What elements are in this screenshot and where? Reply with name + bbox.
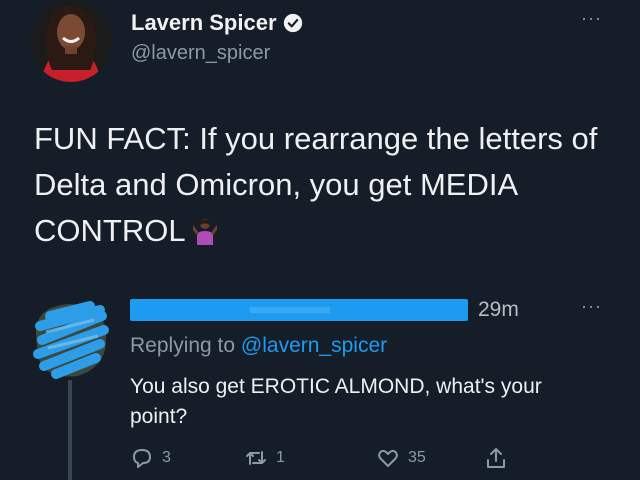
- retweet-count: 1: [276, 449, 285, 466]
- tweet-more-options-icon[interactable]: ···: [581, 8, 602, 29]
- tweet-body: FUN FACT: If you rearrange the letters o…: [34, 121, 598, 248]
- share-icon: [487, 448, 505, 468]
- author-name[interactable]: Lavern Spicer: [131, 10, 277, 36]
- like-icon: [378, 449, 398, 467]
- reply-button[interactable]: 3: [130, 446, 171, 470]
- reply-more-options-icon[interactable]: ···: [581, 296, 602, 317]
- reply-author-redacted: [130, 299, 468, 321]
- verified-badge-icon: [283, 13, 302, 33]
- tweet-card: Lavern Spicer @lavern_spicer ··· FUN FAC…: [0, 0, 640, 480]
- replying-to-mention[interactable]: @lavern_spicer: [241, 334, 387, 357]
- replying-to-label: Replying to: [130, 334, 241, 357]
- author-avatar[interactable]: [30, 0, 112, 82]
- reply-avatar-redacted[interactable]: [30, 296, 112, 382]
- thread-connector-line: [68, 380, 72, 480]
- like-count: 35: [408, 449, 426, 466]
- reply-text: You also get EROTIC ALMOND, what's your …: [130, 375, 542, 428]
- tweet-text: FUN FACT: If you rearrange the letters o…: [34, 116, 624, 254]
- replying-to-line: Replying to @lavern_spicer: [130, 334, 387, 358]
- reply-timestamp[interactable]: 29m: [478, 298, 519, 322]
- retweet-icon: [246, 451, 266, 465]
- author-name-row[interactable]: Lavern Spicer: [131, 10, 303, 36]
- shrug-emoji-icon: [193, 219, 218, 245]
- author-avatar-image: [30, 0, 112, 82]
- author-handle[interactable]: @lavern_spicer: [131, 42, 270, 65]
- reply-header: 29m ···: [130, 296, 610, 326]
- reply-count: 3: [162, 449, 171, 466]
- like-button[interactable]: 35: [376, 446, 426, 470]
- retweet-button[interactable]: 1: [244, 446, 285, 470]
- reply-action-bar: 3 1 35: [130, 446, 530, 476]
- reply-icon: [133, 449, 151, 468]
- share-button[interactable]: [484, 446, 508, 470]
- reply-avatar-scribble: [33, 301, 109, 379]
